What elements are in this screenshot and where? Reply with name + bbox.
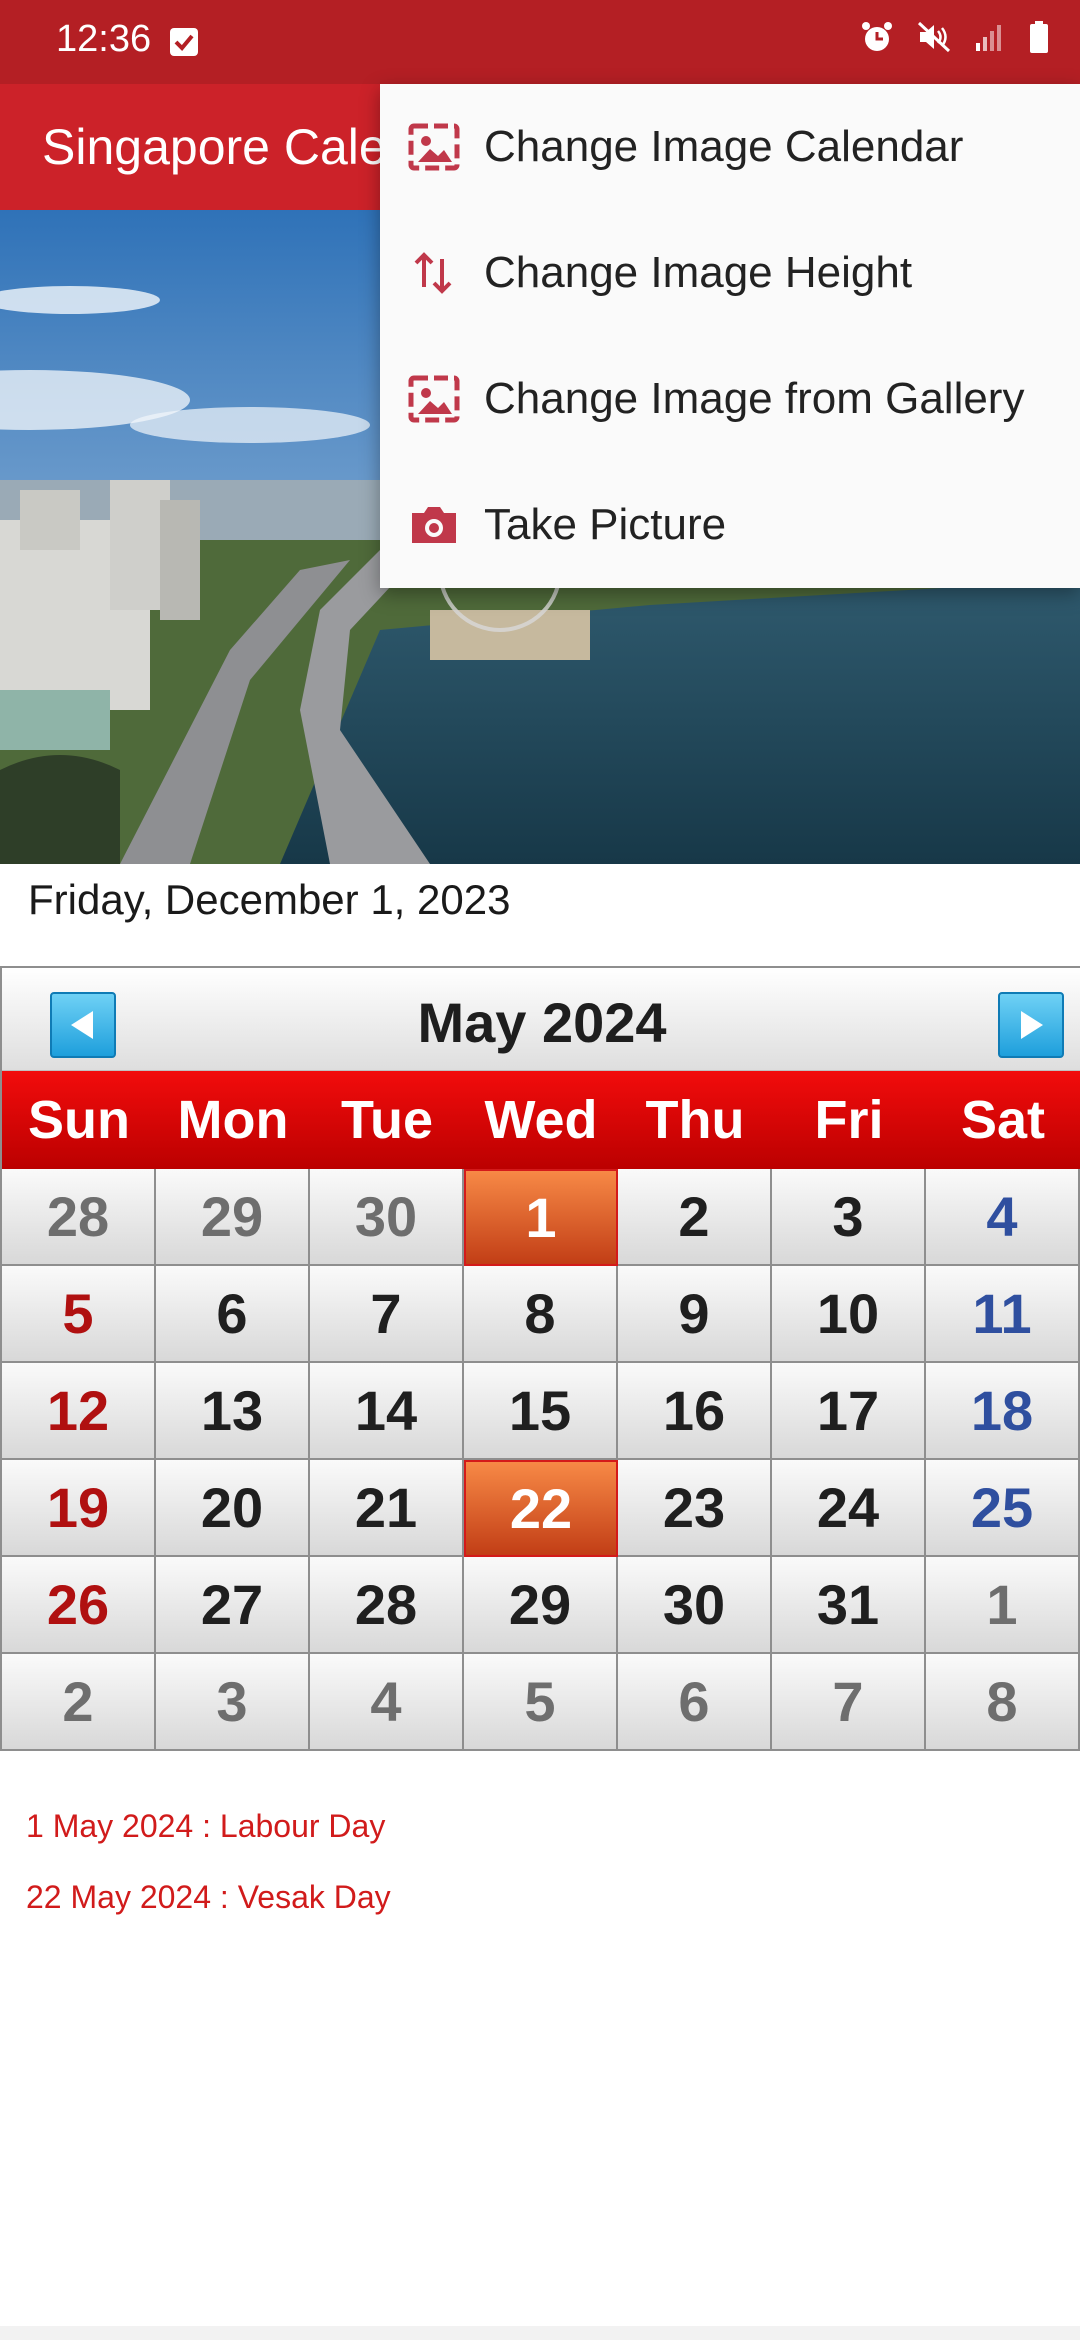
- day-cell[interactable]: 21: [310, 1460, 464, 1557]
- weekday-label: Sat: [960, 1090, 1046, 1150]
- day-cell[interactable]: 31: [772, 1557, 926, 1654]
- weekday-header: Sun Mon Tue Wed Thu Fri Sat: [2, 1071, 1080, 1169]
- status-icons: [860, 20, 1050, 54]
- signal-icon: [974, 21, 1006, 53]
- weekday-label: Wed: [484, 1090, 598, 1150]
- day-cell[interactable]: 25: [926, 1460, 1080, 1557]
- check-notification-icon: [170, 28, 198, 56]
- day-cell[interactable]: 28: [310, 1557, 464, 1654]
- day-cell[interactable]: 1: [926, 1557, 1080, 1654]
- image-icon: [404, 369, 464, 429]
- mute-icon: [916, 20, 952, 54]
- day-cell-holiday[interactable]: 1: [464, 1169, 618, 1266]
- month-title: May 2024: [417, 991, 667, 1054]
- image-icon: [404, 117, 464, 177]
- navigation-bar: [0, 2326, 1080, 2340]
- day-cell[interactable]: 30: [618, 1557, 772, 1654]
- arrow-right-icon: [1021, 1011, 1043, 1039]
- day-cell[interactable]: 7: [310, 1266, 464, 1363]
- status-time: 12:36: [56, 18, 152, 60]
- next-month-button[interactable]: [998, 992, 1064, 1058]
- day-cell[interactable]: 3: [772, 1169, 926, 1266]
- holiday-list: 1 May 2024 : Labour Day 22 May 2024 : Ve…: [26, 1808, 391, 1950]
- day-cell[interactable]: 24: [772, 1460, 926, 1557]
- weekday-label: Fri: [814, 1090, 884, 1150]
- overflow-menu: Change Image Calendar Change Image Heigh…: [380, 84, 1080, 588]
- menu-item-change-image-height[interactable]: Change Image Height: [380, 210, 1080, 336]
- day-cell[interactable]: 2: [2, 1654, 156, 1751]
- menu-item-label: Change Image Height: [484, 248, 913, 297]
- day-cell[interactable]: 9: [618, 1266, 772, 1363]
- day-cell[interactable]: 16: [618, 1363, 772, 1460]
- day-cell[interactable]: 26: [2, 1557, 156, 1654]
- swap-vertical-icon: [404, 243, 464, 303]
- day-cell[interactable]: 13: [156, 1363, 310, 1460]
- weekday-label: Mon: [177, 1090, 289, 1150]
- day-cell[interactable]: 3: [156, 1654, 310, 1751]
- battery-icon: [1028, 20, 1050, 54]
- day-cell[interactable]: 7: [772, 1654, 926, 1751]
- day-cell[interactable]: 10: [772, 1266, 926, 1363]
- day-cell[interactable]: 15: [464, 1363, 618, 1460]
- day-cell[interactable]: 6: [156, 1266, 310, 1363]
- day-cell[interactable]: 29: [464, 1557, 618, 1654]
- menu-item-change-image-from-gallery[interactable]: Change Image from Gallery: [380, 336, 1080, 462]
- weekday-label: Thu: [645, 1090, 745, 1150]
- weekday-label: Sun: [28, 1090, 130, 1150]
- menu-item-label: Take Picture: [484, 500, 727, 549]
- day-cell[interactable]: 28: [2, 1169, 156, 1266]
- day-cell[interactable]: 23: [618, 1460, 772, 1557]
- calendar-header: May 2024: [2, 968, 1080, 1071]
- selected-date-label: Friday, December 1, 2023: [28, 876, 511, 923]
- day-cell[interactable]: 2: [618, 1169, 772, 1266]
- day-cell[interactable]: 4: [926, 1169, 1080, 1266]
- day-cell[interactable]: 19: [2, 1460, 156, 1557]
- menu-item-change-image-calendar[interactable]: Change Image Calendar: [380, 84, 1080, 210]
- day-cell[interactable]: 29: [156, 1169, 310, 1266]
- day-cell[interactable]: 8: [464, 1266, 618, 1363]
- day-cell[interactable]: 18: [926, 1363, 1080, 1460]
- day-cell-holiday[interactable]: 22: [464, 1460, 618, 1557]
- day-cell[interactable]: 6: [618, 1654, 772, 1751]
- day-cell[interactable]: 17: [772, 1363, 926, 1460]
- day-cell[interactable]: 5: [464, 1654, 618, 1751]
- day-cell[interactable]: 8: [926, 1654, 1080, 1751]
- holiday-item: 22 May 2024 : Vesak Day: [26, 1879, 391, 1915]
- day-cell[interactable]: 4: [310, 1654, 464, 1751]
- day-cell[interactable]: 12: [2, 1363, 156, 1460]
- alarm-icon: [860, 20, 894, 54]
- weekday-label: Tue: [341, 1090, 433, 1150]
- day-cell[interactable]: 20: [156, 1460, 310, 1557]
- menu-item-label: Change Image from Gallery: [484, 374, 1025, 423]
- day-cell[interactable]: 30: [310, 1169, 464, 1266]
- day-cell[interactable]: 14: [310, 1363, 464, 1460]
- calendar: May 2024 Sun Mon Tue Wed Thu Fri Sat 28 29 30 1 2 3…: [0, 966, 1080, 1751]
- menu-item-take-picture[interactable]: Take Picture: [380, 462, 1080, 588]
- day-cell[interactable]: 5: [2, 1266, 156, 1363]
- days-grid: 28 29 30 1 2 3 4 5 6 7 8 9 10 11 12 13 14 15 16 17 18 19 20 21 2…: [2, 1169, 1080, 1751]
- day-cell[interactable]: 27: [156, 1557, 310, 1654]
- day-cell[interactable]: 11: [926, 1266, 1080, 1363]
- camera-icon: [404, 495, 464, 555]
- status-bar: 12:36: [0, 0, 1080, 84]
- holiday-item: 1 May 2024 : Labour Day: [26, 1808, 386, 1844]
- menu-item-label: Change Image Calendar: [484, 122, 964, 171]
